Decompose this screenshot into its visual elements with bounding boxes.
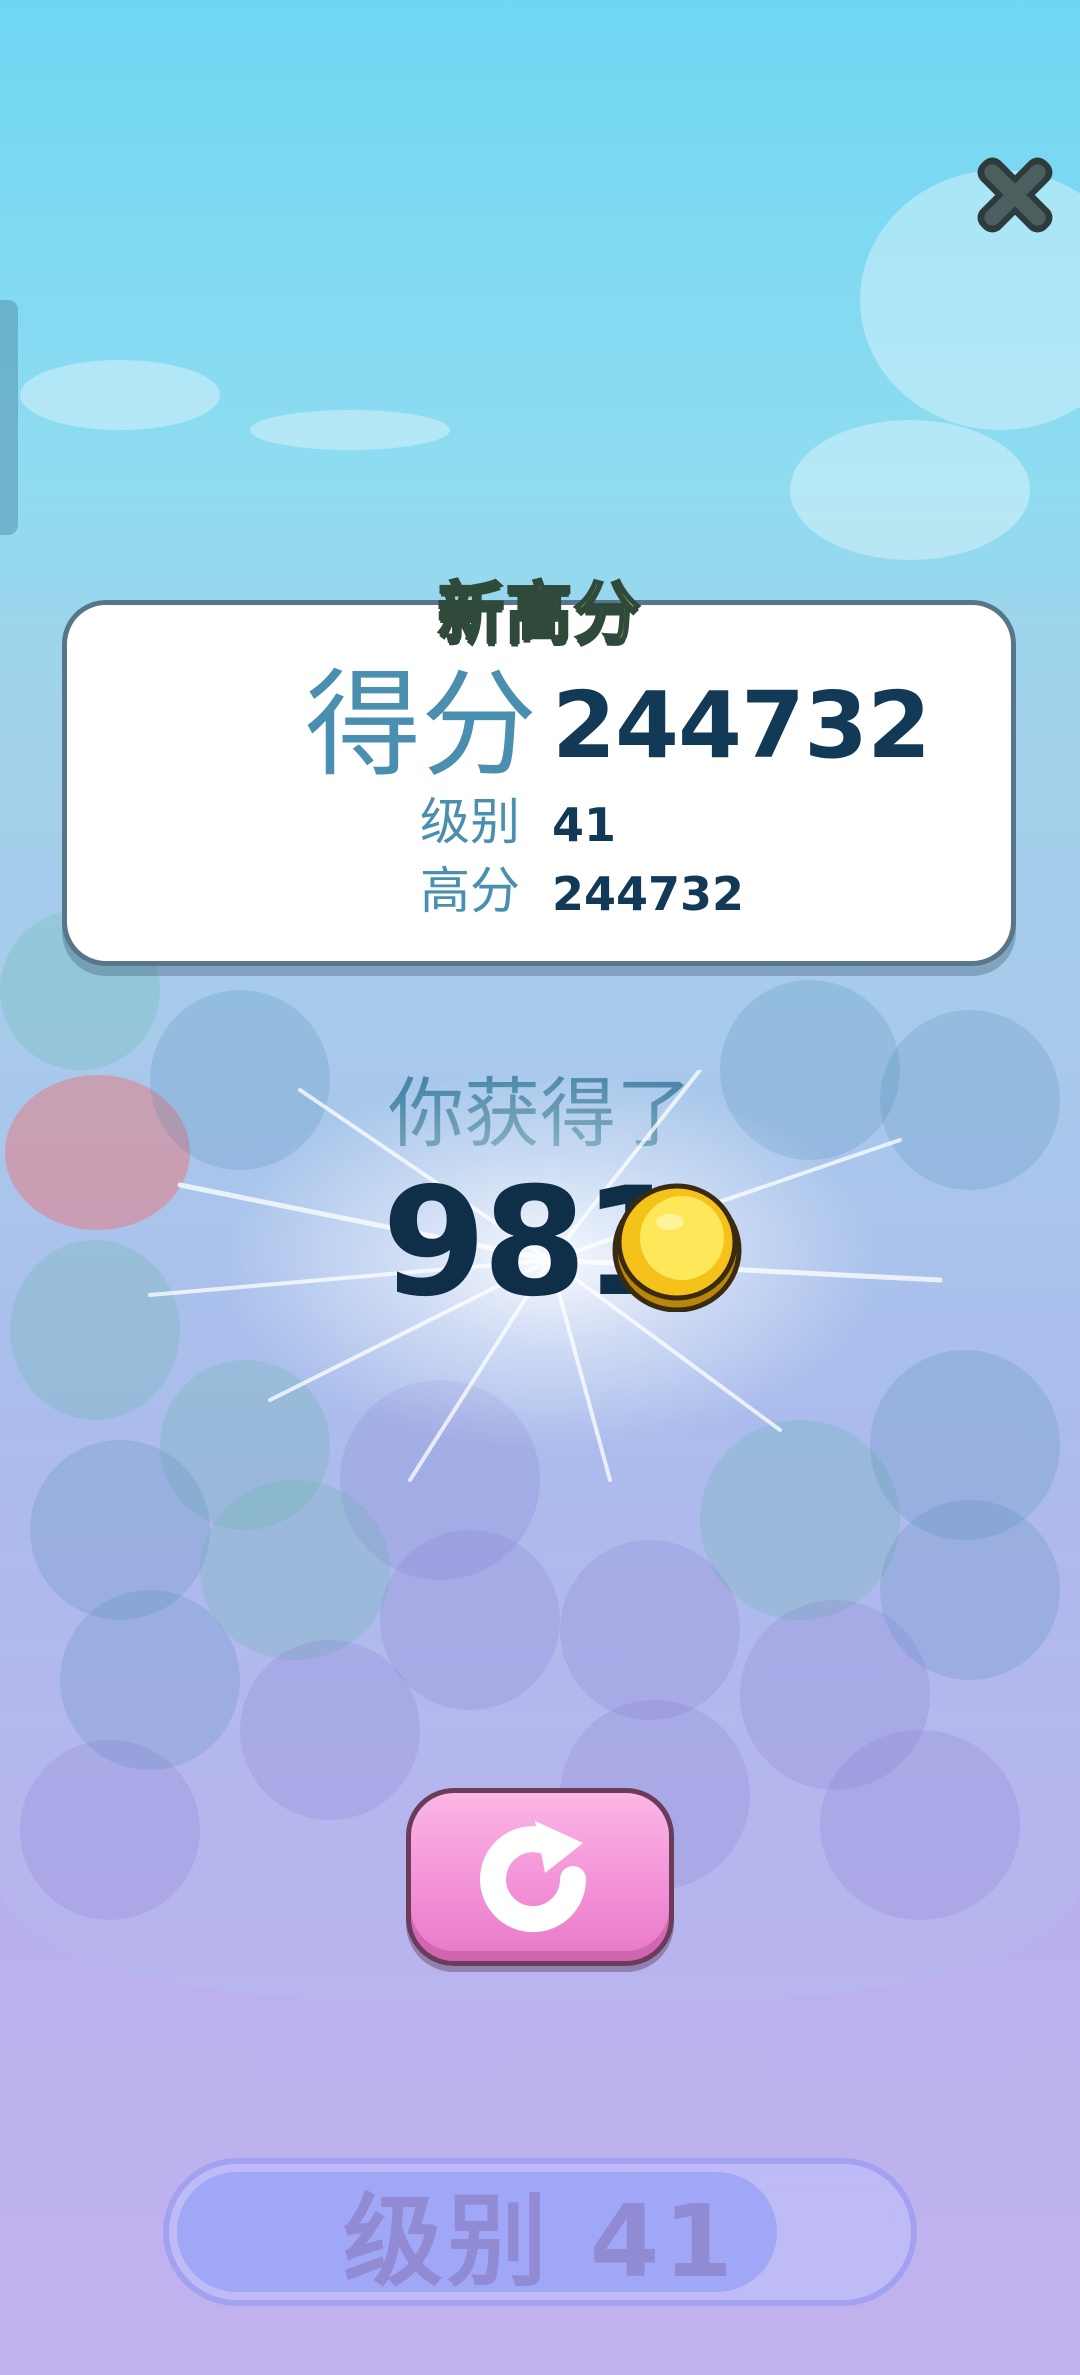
background-bubble	[20, 1740, 200, 1920]
close-button[interactable]	[963, 143, 1067, 247]
new-high-score-banner: 新高分	[437, 574, 642, 654]
restart-arrow-icon	[480, 1821, 587, 1933]
side-panel-tab[interactable]	[0, 300, 18, 535]
level-progress-bar: 级别 41	[163, 2158, 917, 2306]
background-cloud	[790, 420, 1030, 560]
close-x-icon	[977, 157, 1053, 233]
background-bubble	[240, 1640, 420, 1820]
level-bar-label: 级别 41	[343, 2182, 737, 2300]
score-label: 得分	[305, 658, 537, 793]
background-cloud	[20, 360, 220, 430]
level-value: 41	[552, 798, 617, 852]
high-score-value: 244732	[552, 867, 745, 921]
background-bubble	[880, 1500, 1060, 1680]
background-bubble	[200, 1480, 390, 1660]
level-label: 级别	[420, 793, 520, 851]
background-cloud	[250, 410, 450, 450]
high-score-label: 高分	[420, 862, 520, 920]
game-over-screen: 新高分 得分 244732 级别 41 高分 244732 你获得了	[0, 0, 1080, 2375]
score-value: 244732	[552, 672, 931, 779]
restart-button[interactable]	[406, 1788, 674, 1966]
background-bubble	[560, 1540, 740, 1720]
gold-coin-icon	[612, 1183, 742, 1312]
background-bubble	[820, 1730, 1020, 1920]
